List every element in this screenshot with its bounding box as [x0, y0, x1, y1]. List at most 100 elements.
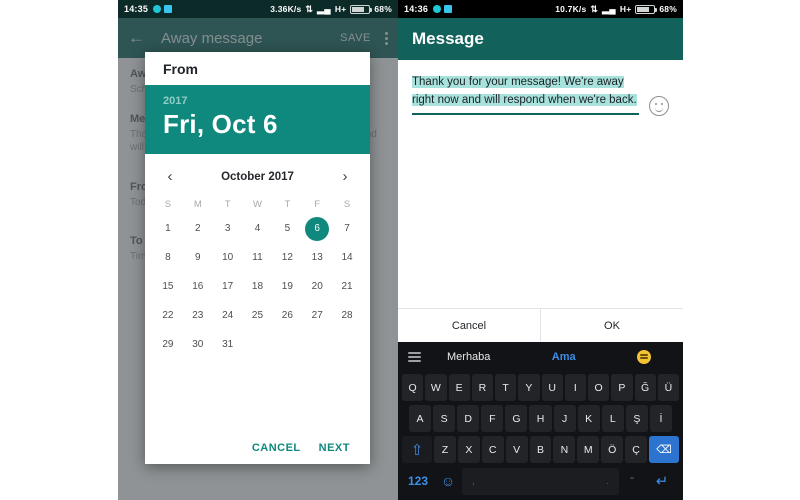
calendar-day[interactable]: 20	[302, 272, 332, 301]
calendar-day-grid: 1 2 3 4 5 6 7 8 9 10 11 12 13 14 15 16 17 18 19 20 21 22 23 24 2…	[145, 214, 370, 359]
calendar-day[interactable]: 12	[272, 243, 302, 272]
calendar-weekday: F	[314, 199, 321, 210]
calendar-weekday: M	[193, 199, 202, 210]
status-icon-circle	[153, 5, 162, 13]
key-Ğ[interactable]: Ğ	[634, 374, 656, 401]
calendar-day[interactable]: 1	[153, 214, 183, 243]
comma-key[interactable]: ,	[472, 476, 475, 486]
message-input-wrapper[interactable]: Thank you for your message! We're away r…	[412, 74, 649, 115]
key-F[interactable]: F	[481, 405, 504, 432]
keyboard-row-2: ASDFGHJKLŞİ	[398, 403, 683, 434]
status-clock: 14:35	[124, 4, 149, 14]
calendar-day[interactable]: 4	[243, 214, 273, 243]
key-V[interactable]: V	[505, 436, 528, 463]
calendar-day[interactable]: 18	[243, 272, 273, 301]
calendar-day[interactable]: 11	[243, 243, 273, 272]
calendar-day[interactable]: 17	[213, 272, 243, 301]
next-button[interactable]: NEXT	[319, 442, 350, 454]
calendar-day[interactable]: 27	[302, 301, 332, 330]
calendar-day[interactable]: 3	[213, 214, 243, 243]
selected-date[interactable]: Fri, Oct 6	[163, 109, 352, 140]
ok-button[interactable]: OK	[540, 309, 683, 342]
enter-return-icon[interactable]: ↵	[645, 468, 679, 495]
status-battery-percent: 68%	[374, 4, 392, 14]
calendar-day[interactable]: 2	[183, 214, 213, 243]
space-key[interactable]: , .	[462, 467, 619, 495]
key-B[interactable]: B	[529, 436, 552, 463]
calendar-day[interactable]: 10	[213, 243, 243, 272]
key-Y[interactable]: Y	[518, 374, 540, 401]
dialog-actions: CANCEL NEXT	[145, 442, 370, 454]
cancel-button[interactable]: Cancel	[398, 309, 540, 342]
calendar-day[interactable]: 25	[243, 301, 273, 330]
calendar-day[interactable]: 28	[332, 301, 362, 330]
selected-year[interactable]: 2017	[163, 95, 352, 107]
emoji-grin-icon[interactable]	[636, 350, 651, 364]
calendar-day[interactable]: 7	[332, 214, 362, 243]
calendar-day[interactable]: 9	[183, 243, 213, 272]
key-I[interactable]: I	[564, 374, 586, 401]
key-Z[interactable]: Z	[434, 436, 456, 463]
cancel-button[interactable]: CANCEL	[252, 442, 301, 454]
calendar-day[interactable]: 13	[302, 243, 332, 272]
calendar-day[interactable]: 26	[272, 301, 302, 330]
message-input[interactable]: Thank you for your message! We're away r…	[412, 74, 639, 110]
battery-icon	[635, 4, 658, 14]
calendar-day[interactable]: 30	[183, 330, 213, 359]
key-M[interactable]: M	[577, 436, 600, 463]
key-İ[interactable]: İ	[649, 405, 673, 432]
key-C[interactable]: C	[481, 436, 504, 463]
emoji-key-icon[interactable]: ☺	[436, 468, 460, 495]
calendar-day[interactable]: 8	[153, 243, 183, 272]
calendar-nav: ‹ October 2017 ›	[145, 154, 370, 191]
key-T[interactable]: T	[495, 374, 517, 401]
key-N[interactable]: N	[553, 436, 576, 463]
calendar-day[interactable]: 29	[153, 330, 183, 359]
key-Ş[interactable]: Ş	[625, 405, 648, 432]
key-Ö[interactable]: Ö	[601, 436, 624, 463]
key-X[interactable]: X	[457, 436, 480, 463]
emoji-smiley-icon[interactable]	[649, 96, 669, 116]
key-P[interactable]: P	[611, 374, 633, 401]
calendar-day-selected[interactable]: 6	[302, 214, 332, 243]
period-key[interactable]: .	[606, 476, 609, 486]
shift-up-icon[interactable]: ⇧	[402, 436, 432, 463]
key-Ü[interactable]: Ü	[657, 374, 679, 401]
calendar-day[interactable]: 24	[213, 301, 243, 330]
signal-bars-icon: ▂▄	[602, 3, 616, 14]
chevron-right-icon[interactable]: ›	[336, 168, 354, 185]
key-J[interactable]: J	[553, 405, 576, 432]
calendar-day[interactable]: 14	[332, 243, 362, 272]
key-U[interactable]: U	[541, 374, 563, 401]
key-S[interactable]: S	[433, 405, 456, 432]
calendar-day[interactable]: 19	[272, 272, 302, 301]
calendar-day[interactable]: 22	[153, 301, 183, 330]
key-Ç[interactable]: Ç	[625, 436, 648, 463]
suggestion-word-2[interactable]: Ama	[552, 351, 576, 363]
keyboard-row-1: QWERTYUIOPĞÜ	[398, 372, 683, 403]
calendar-day[interactable]: 31	[213, 330, 243, 359]
hamburger-menu-icon[interactable]	[408, 352, 421, 362]
quote-key[interactable]: "	[621, 468, 643, 495]
calendar-day[interactable]: 23	[183, 301, 213, 330]
numeric-mode-key[interactable]: 123	[402, 468, 434, 495]
suggestion-word-1[interactable]: Merhaba	[447, 351, 490, 363]
chevron-left-icon[interactable]: ‹	[161, 168, 179, 185]
key-Q[interactable]: Q	[402, 374, 424, 401]
calendar-day[interactable]: 15	[153, 272, 183, 301]
key-R[interactable]: R	[471, 374, 493, 401]
date-picker-dialog: From 2017 Fri, Oct 6 ‹ October 2017 › SM…	[145, 52, 370, 464]
key-L[interactable]: L	[601, 405, 624, 432]
calendar-day[interactable]: 5	[272, 214, 302, 243]
calendar-day[interactable]: 21	[332, 272, 362, 301]
key-K[interactable]: K	[577, 405, 600, 432]
key-A[interactable]: A	[408, 405, 432, 432]
key-D[interactable]: D	[457, 405, 480, 432]
calendar-day[interactable]: 16	[183, 272, 213, 301]
key-E[interactable]: E	[448, 374, 470, 401]
key-W[interactable]: W	[425, 374, 447, 401]
key-G[interactable]: G	[505, 405, 528, 432]
backspace-icon[interactable]: ⌫	[649, 436, 679, 463]
key-O[interactable]: O	[588, 374, 610, 401]
key-H[interactable]: H	[529, 405, 552, 432]
